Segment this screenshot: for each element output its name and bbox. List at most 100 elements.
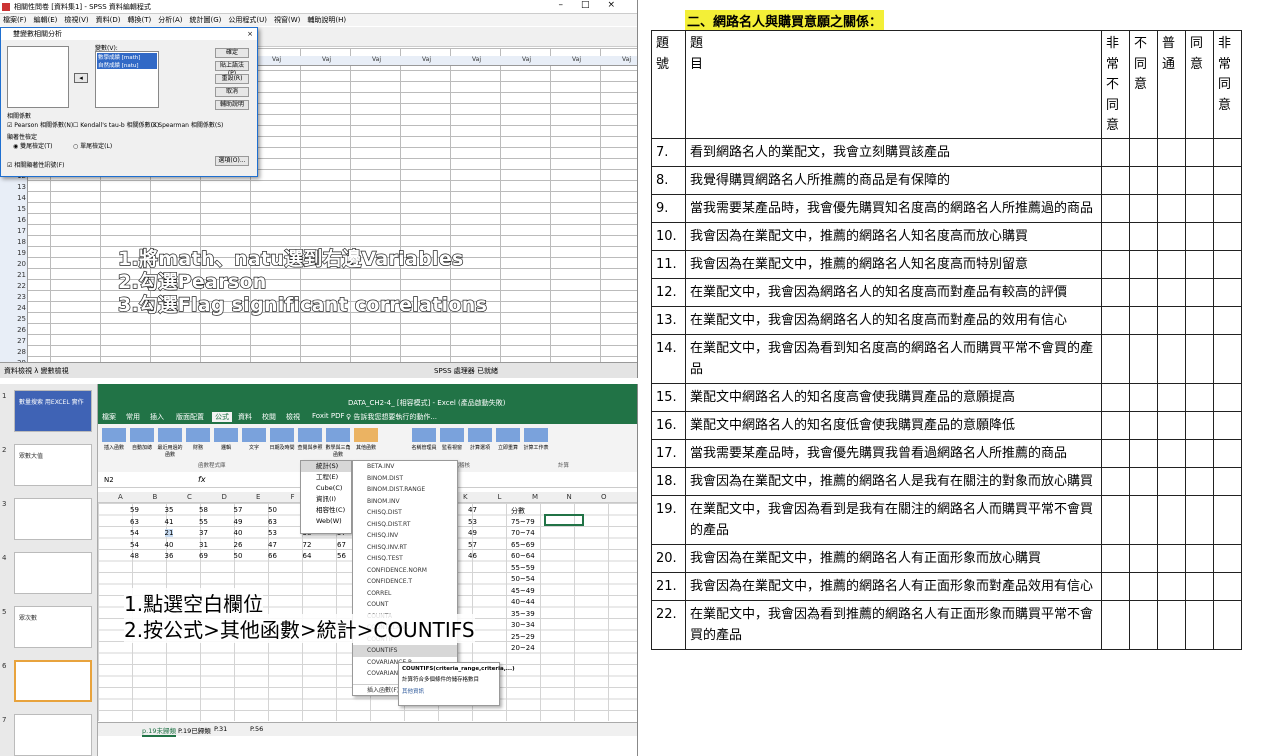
function-category-item[interactable]: 統計(S) [301,461,351,472]
answer-cell[interactable] [1213,572,1242,601]
spss-menu-item[interactable]: 統計圖(G) [190,16,222,24]
ok-button[interactable]: 確定 [215,48,249,58]
answer-cell[interactable] [1129,495,1158,545]
help-button[interactable]: 輔助說明 [215,100,249,110]
spss-window-controls[interactable]: –□× [558,0,633,10]
paste-button[interactable]: 貼上語法(P) [215,61,249,77]
spss-menu-item[interactable]: 輔助說明(H) [307,16,346,24]
excel-cell[interactable]: 55 [199,518,208,526]
answer-cell[interactable] [1185,495,1214,545]
function-item[interactable]: BINOM.INV [353,496,457,508]
excel-cell[interactable]: 70~74 [511,529,535,537]
excel-cell[interactable]: 50 [268,506,277,514]
spss-menu-item[interactable]: 分析(A) [158,16,182,24]
function-item[interactable]: COUNTIFS [353,645,457,657]
spss-menu-item[interactable]: 轉換(T) [128,16,152,24]
answer-cell[interactable] [1129,439,1158,468]
excel-cell[interactable]: 35 [165,506,174,514]
excel-cell[interactable]: 50~54 [511,575,535,583]
tooltip-more-info[interactable]: 其他資訊 [402,687,496,695]
function-item[interactable]: COUNT [353,599,457,611]
answer-cell[interactable] [1129,194,1158,223]
answer-cell[interactable] [1213,166,1242,195]
excel-cell[interactable]: 37 [199,529,208,537]
answer-cell[interactable] [1185,306,1214,335]
answer-cell[interactable] [1101,222,1130,251]
function-item[interactable]: CHISQ.DIST [353,507,457,519]
spss-column-label[interactable]: Vaj [522,56,531,63]
minimize-icon[interactable]: – [558,0,581,10]
answer-cell[interactable] [1101,600,1130,650]
spss-column-label[interactable]: Vaj [572,56,581,63]
answer-cell[interactable] [1101,467,1130,496]
sheet-tab[interactable]: P.31 [214,725,227,733]
answer-cell[interactable] [1185,138,1214,167]
answer-cell[interactable] [1101,194,1130,223]
answer-cell[interactable] [1185,166,1214,195]
spss-column-label[interactable]: Vaj [472,56,481,63]
answer-cell[interactable] [1185,572,1214,601]
excel-cell[interactable]: 57 [234,506,243,514]
answer-cell[interactable] [1101,250,1130,279]
answer-cell[interactable] [1157,439,1186,468]
answer-cell[interactable] [1185,600,1214,650]
excel-cell[interactable]: 40~44 [511,598,535,606]
answer-cell[interactable] [1157,495,1186,545]
excel-cell[interactable]: 54 [130,541,139,549]
spss-column-label[interactable]: Vaj [322,56,331,63]
spss-menu-item[interactable]: 檢視(V) [64,16,88,24]
function-item[interactable]: CORREL [353,588,457,600]
answer-cell[interactable] [1185,194,1214,223]
excel-cell[interactable]: 66 [268,552,277,560]
answer-cell[interactable] [1213,467,1242,496]
flag-significant-checkbox[interactable]: ☑ 相關顯著性訊號(F) [7,160,64,169]
excel-cell[interactable]: 65~69 [511,541,535,549]
view-tabs[interactable]: 資料檢視 λ 變數檢視 [4,363,69,378]
excel-cell[interactable]: 46 [468,552,477,560]
function-item[interactable]: CHISQ.DIST.RT [353,519,457,531]
move-arrow-button[interactable]: ◂ [74,73,88,83]
answer-cell[interactable] [1157,222,1186,251]
excel-cell[interactable]: 40 [234,529,243,537]
excel-cell[interactable]: 48 [130,552,139,560]
variable-item-math[interactable]: 數學成績 [math] [98,53,156,61]
answer-cell[interactable] [1213,439,1242,468]
excel-cell[interactable]: 53 [468,518,477,526]
answer-cell[interactable] [1213,278,1242,307]
answer-cell[interactable] [1185,278,1214,307]
target-variable-list[interactable]: 數學成績 [math] 自然成績 [natu] [95,51,159,108]
excel-cell[interactable]: 25~29 [511,633,535,641]
answer-cell[interactable] [1213,138,1242,167]
excel-cell[interactable]: 57 [468,541,477,549]
excel-cell[interactable]: 36 [165,552,174,560]
excel-cell[interactable]: 26 [234,541,243,549]
excel-cell[interactable]: 49 [234,518,243,526]
answer-cell[interactable] [1129,166,1158,195]
variable-item-natu[interactable]: 自然成績 [natu] [98,61,156,69]
answer-cell[interactable] [1157,467,1186,496]
source-variable-list[interactable] [7,46,69,108]
answer-cell[interactable] [1129,411,1158,440]
function-category-item[interactable]: 相容性(C) [301,505,351,516]
answer-cell[interactable] [1129,222,1158,251]
dialog-close-icon[interactable]: × [247,28,253,40]
answer-cell[interactable] [1213,411,1242,440]
excel-cell[interactable]: 47 [468,506,477,514]
answer-cell[interactable] [1101,495,1130,545]
spearman-checkbox[interactable]: ☐ Spearman 相關係數(S) [151,120,223,129]
excel-cell[interactable]: 72 [303,541,312,549]
excel-cell[interactable]: 67 [337,541,346,549]
excel-cell[interactable]: 50 [234,552,243,560]
answer-cell[interactable] [1101,383,1130,412]
excel-cell[interactable]: 53 [268,529,277,537]
function-category-item[interactable]: Web(W) [301,516,351,527]
answer-cell[interactable] [1157,383,1186,412]
excel-cell[interactable]: 30~34 [511,621,535,629]
answer-cell[interactable] [1129,278,1158,307]
excel-cell[interactable]: 49 [468,529,477,537]
answer-cell[interactable] [1129,600,1158,650]
close-icon[interactable]: × [607,0,633,10]
answer-cell[interactable] [1101,572,1130,601]
function-item[interactable]: CHISQ.TEST [353,553,457,565]
answer-cell[interactable] [1213,306,1242,335]
